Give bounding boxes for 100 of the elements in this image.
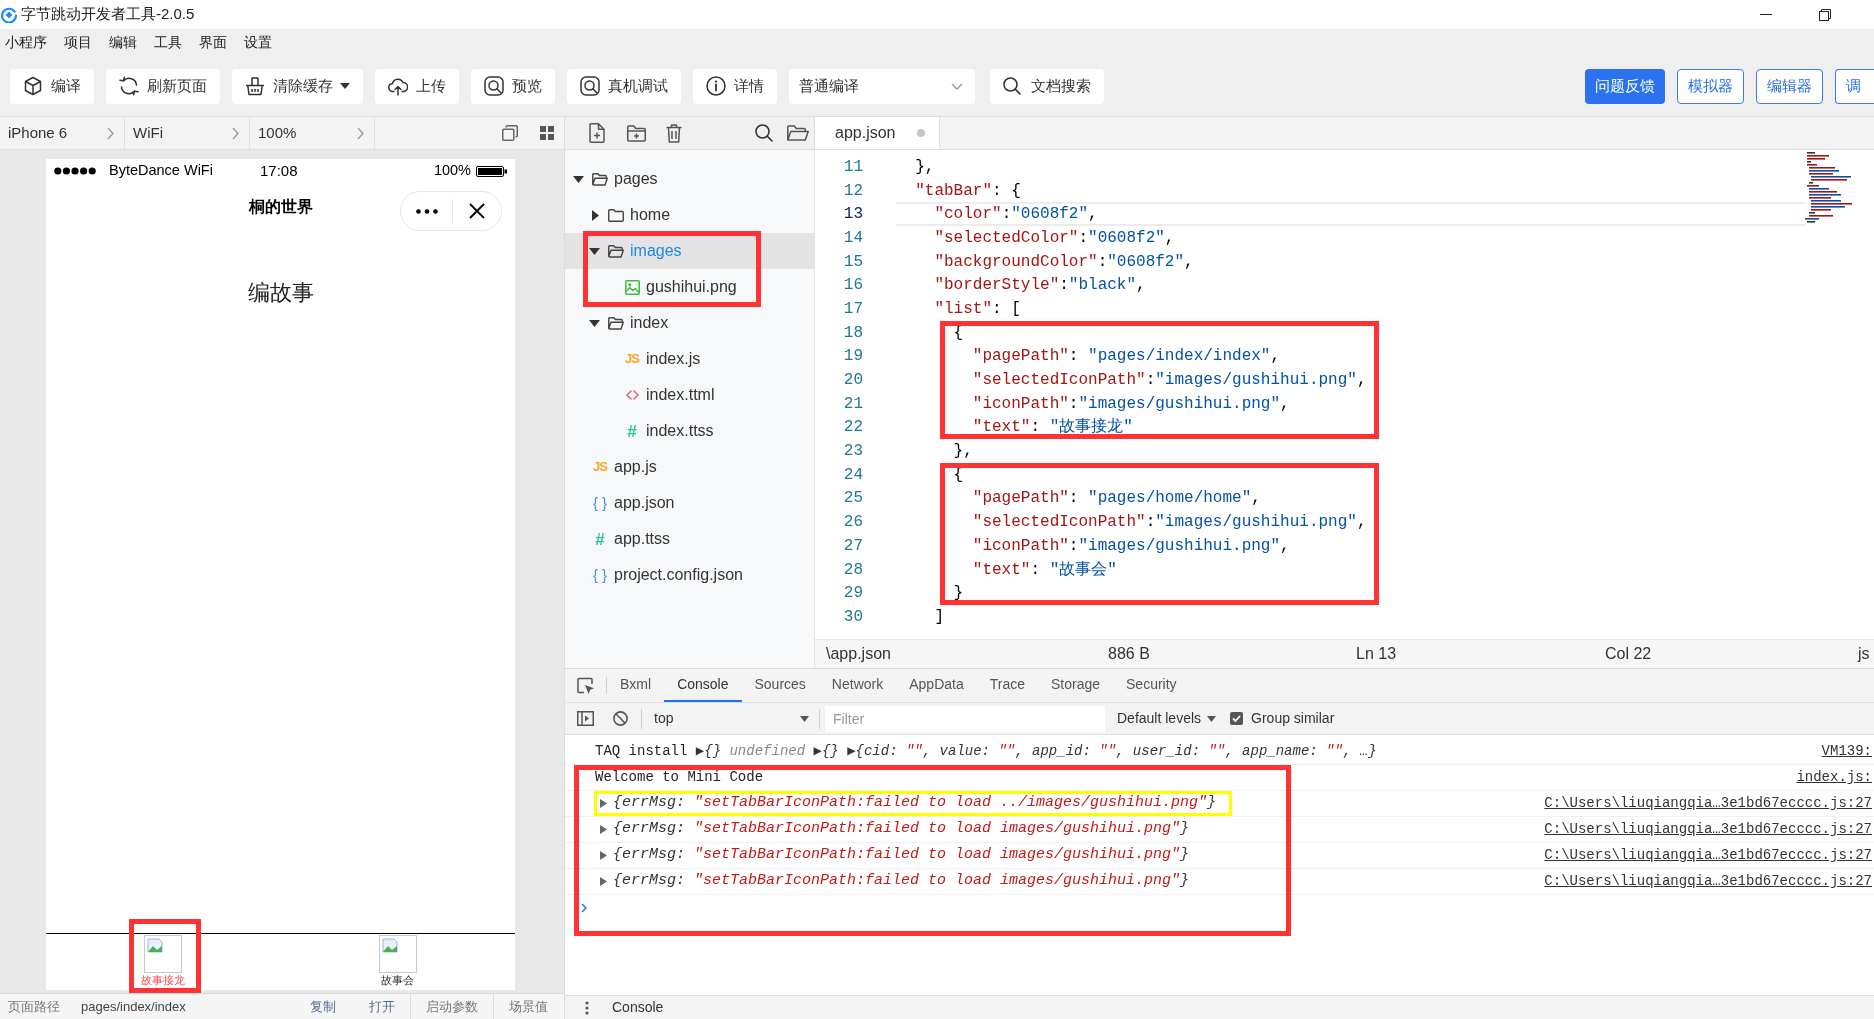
code-line: "selectedIconPath":"images/gushihui.png", [972,370,1367,392]
file-tree-item[interactable]: # index.ttss [624,417,716,445]
page-path-link[interactable]: 打开 [368,996,395,1017]
menu-item[interactable]: 项目 [64,32,92,53]
device-selector[interactable]: iPhone 6 [0,117,125,149]
trash-icon[interactable] [666,123,682,143]
image-file-icon [624,279,640,295]
zoom-selector[interactable]: 100% [250,117,375,149]
page-param-button[interactable]: 启动参数 [425,996,478,1017]
inspect-cursor-icon[interactable] [577,677,594,694]
new-file-icon[interactable] [589,123,605,143]
network-selector[interactable]: WiFi [125,117,250,149]
block-icon[interactable] [613,711,628,726]
menu-item[interactable]: 界面 [199,32,227,53]
battery-icon [476,165,507,177]
menu-item[interactable]: 编辑 [109,32,137,53]
more-vertical-icon[interactable] [585,1000,589,1015]
page-heading: 编故事 [247,279,314,307]
cube-icon [23,76,43,96]
compile-mode-select[interactable]: 普通编译 [789,68,975,104]
context-select[interactable]: top [642,703,819,734]
file-tree-item[interactable]: JS index.js [624,345,703,373]
file-tree-item[interactable]: pages [573,165,660,193]
new-folder-icon[interactable] [627,124,646,142]
search-icon [1003,77,1021,95]
panel-toggle-button[interactable]: 调 [1835,68,1874,104]
source-link[interactable]: C:\Users\liuqiangqia…3e1bd67ecccc.js:27 [1534,793,1872,814]
close-icon[interactable] [469,203,485,219]
more-icon[interactable] [416,208,438,214]
filter-field[interactable]: Filter [825,705,1105,732]
editor-tab[interactable]: app.json [815,117,940,149]
source-link[interactable]: index.js: [1786,767,1872,788]
code-line: "list": [ [934,298,1021,320]
line-number: 22 [843,417,863,439]
compile-button[interactable]: 编译 [10,68,94,104]
angle-brackets-icon [625,390,639,400]
js-glyph-icon: JS [593,460,607,474]
tab-bar-item[interactable]: 故事会 [378,935,417,987]
doc-search-button[interactable]: 文档搜索 [990,68,1104,104]
device-debug-button[interactable]: 真机调试 [567,68,681,104]
file-tree-item[interactable]: JS app.js [592,453,659,481]
source-link[interactable]: C:\Users\liuqiangqia…3e1bd67ecccc.js:27 [1534,845,1872,866]
file-tree-item[interactable]: # app.ttss [592,525,673,553]
menu-item[interactable]: 设置 [244,32,272,53]
devtools-tab[interactable]: Storage [1038,669,1114,702]
page-path-link[interactable]: 复制 [309,996,336,1017]
details-button[interactable]: 详情 [693,68,777,104]
expand-triangle-icon [600,825,607,834]
source-link[interactable]: C:\Users\liuqiangqia…3e1bd67ecccc.js:27 [1534,819,1872,840]
file-tree-item[interactable]: home [589,201,673,229]
folder-icon[interactable] [787,124,809,142]
code-line: "selectedIconPath":"images/gushihui.png", [972,512,1367,534]
grid-icon[interactable] [540,126,554,140]
panel-toggle-button[interactable]: 编辑器 [1756,68,1823,104]
page-param-button[interactable]: 场景值 [508,996,548,1017]
restore-icon[interactable] [1819,8,1831,21]
levels-dropdown[interactable]: Default levels [1117,708,1217,729]
line-number: 26 [843,512,863,534]
cursor-column: Col 22 [1605,645,1652,662]
feedback-button[interactable]: 问题反馈 [1585,68,1665,104]
code-line: "borderStyle":"black", [934,275,1146,297]
line-number: 28 [843,559,863,581]
devtools-tab[interactable]: Bxml [607,669,665,702]
clear-cache-button[interactable]: 清除缓存 [232,68,363,104]
panel-toggle-button[interactable]: 模拟器 [1677,68,1744,104]
open-folder-icon [592,172,608,186]
devtools-tab[interactable]: Sources [741,669,819,702]
drawer-tab[interactable]: Console [612,997,664,1018]
file-tree-item[interactable]: index.ttml [624,381,717,409]
devtools-tab[interactable]: Security [1113,669,1190,702]
menu-item[interactable]: 工具 [154,32,182,53]
code-minimap[interactable] [1805,152,1852,223]
line-number: 24 [843,464,863,486]
devtools-tab[interactable]: AppData [896,669,977,702]
line-number: 19 [843,346,863,368]
file-tree-item[interactable]: index [589,309,671,337]
search-icon[interactable] [755,124,773,142]
overlapping-squares-icon[interactable] [502,125,518,141]
code-line: ] [934,606,944,628]
menu-item[interactable]: 小程序 [5,32,47,53]
refresh-button[interactable]: 刷新页面 [106,68,220,104]
caret-down-icon [1207,715,1217,722]
file-tree-item[interactable]: { } app.json [592,489,677,517]
source-link[interactable]: C:\Users\liuqiangqia…3e1bd67ecccc.js:27 [1534,871,1872,892]
js-glyph-icon: JS [625,352,639,366]
line-number: 15 [843,251,863,273]
line-number: 27 [843,535,863,557]
language-mode[interactable]: js [1858,642,1870,666]
file-tree-item[interactable]: gushihui.png [624,273,739,301]
checked-checkbox-icon[interactable] [1230,712,1244,725]
line-number: 30 [843,606,863,628]
source-link[interactable]: VM139: [1811,741,1872,762]
sidebar-toggle-icon[interactable] [577,711,594,726]
preview-button[interactable]: 预览 [471,68,555,104]
devtools-tab[interactable]: Network [818,669,897,702]
line-number: 21 [843,393,863,415]
info-icon [706,76,726,96]
upload-button[interactable]: 上传 [375,68,459,104]
file-tree-item[interactable]: { } project.config.json [592,561,745,589]
devtools-tab[interactable]: Trace [976,669,1038,702]
